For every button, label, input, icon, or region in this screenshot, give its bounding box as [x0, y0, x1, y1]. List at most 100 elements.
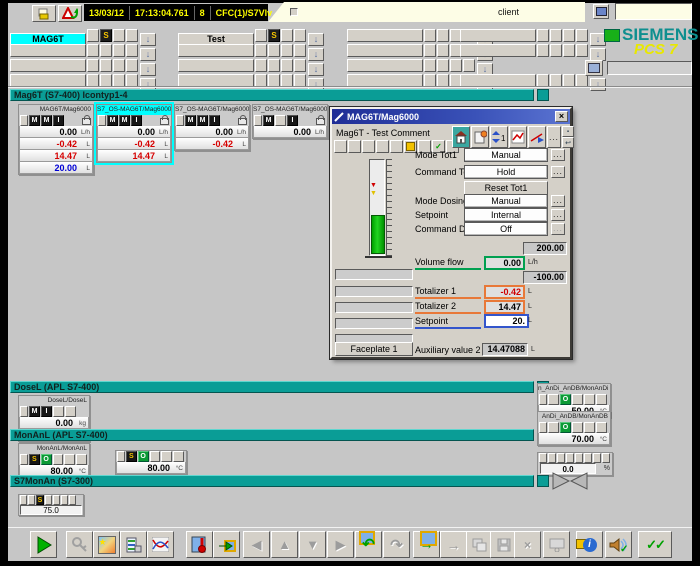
mode-tot1-value-button[interactable]: Manual [464, 148, 548, 162]
sim-badge[interactable]: S [29, 454, 40, 465]
grip-cell[interactable] [117, 451, 125, 462]
tile-mag6t-4[interactable]: S7_OS-MAG6T/Mag6000 MI 0.00L/h [252, 104, 328, 139]
monitor-small-button[interactable] [585, 60, 603, 76]
setpoint-input[interactable] [484, 314, 529, 328]
server-state-button[interactable] [593, 4, 609, 19]
tile-cell[interactable] [557, 453, 565, 463]
faceplate1-button[interactable]: Faceplate 1 [335, 342, 413, 356]
overview-cell[interactable] [126, 44, 138, 57]
home-view-button[interactable] [452, 126, 470, 148]
tile-cell[interactable] [572, 394, 583, 405]
tile-cell[interactable] [76, 454, 87, 465]
group-down-arrow[interactable]: ↓ [590, 78, 606, 91]
tile-monanl-1[interactable]: MonAnL/MonAnL SO 80.00°C [18, 443, 90, 478]
mode-m-button[interactable]: M [29, 115, 40, 126]
runtime-start-button[interactable] [30, 531, 57, 558]
reset-tot1-button[interactable]: Reset Tot1 [464, 181, 548, 195]
overview-cell[interactable] [87, 29, 99, 42]
grip-cell[interactable] [254, 115, 262, 126]
overview-cell[interactable] [437, 44, 449, 57]
tile-mag6t-3[interactable]: S7_OS-MAG6T/Mag6000 MMI 0.00L/h -0.42L [174, 104, 250, 151]
alarm-ack-button[interactable] [58, 5, 82, 22]
pin-button[interactable]: ▪ [562, 126, 574, 137]
tile-cell[interactable] [584, 394, 595, 405]
tile-cell[interactable] [53, 495, 60, 505]
close-button[interactable]: × [555, 111, 568, 122]
grip-cell[interactable] [539, 422, 547, 433]
mode-m-button[interactable]: M [29, 406, 40, 417]
window-titlebar[interactable]: MAG6T/Mag6000 × [332, 109, 570, 124]
overview-cell[interactable] [424, 59, 436, 72]
overview-cell[interactable] [113, 44, 125, 57]
overview-cell[interactable] [424, 44, 436, 57]
group-down-arrow[interactable]: ↓ [590, 48, 606, 61]
more-views-button[interactable]: ... [547, 126, 561, 148]
tile-andi-2[interactable]: AnDi_AnDB/MonAnDB O 70.00°C [537, 411, 611, 446]
overview-cell[interactable] [255, 59, 267, 72]
mode-i-button[interactable]: I [287, 115, 298, 126]
command-tot1-more-button[interactable]: ... [551, 166, 565, 178]
mode-i-button[interactable]: I [53, 115, 64, 126]
login-key-button[interactable] [66, 531, 93, 558]
overview-button[interactable] [460, 44, 536, 57]
overview-cell[interactable] [294, 44, 306, 57]
navigate-left-button[interactable]: ◀ [243, 531, 270, 558]
overview-button[interactable] [347, 29, 423, 42]
overview-cell[interactable] [563, 44, 575, 57]
tile-cell[interactable] [602, 453, 610, 463]
grip-cell[interactable] [20, 115, 28, 126]
overview-cell[interactable] [87, 59, 99, 72]
process-picture-button[interactable] [186, 531, 213, 558]
tile-cell[interactable] [20, 495, 27, 505]
tile-mag6t-1[interactable]: MAG6T/Mag6000 MMI 0.00L/h -0.42L 14.47L … [18, 104, 94, 175]
overview-cell[interactable] [550, 44, 562, 57]
ramp-view-button[interactable] [528, 126, 546, 148]
overview-cell[interactable] [537, 29, 549, 42]
tile-cell[interactable] [566, 453, 574, 463]
trend-view-button[interactable] [509, 126, 527, 148]
delete-button[interactable]: × [514, 531, 541, 558]
mode-m-button[interactable]: M [41, 115, 52, 126]
grip-cell[interactable] [20, 454, 28, 465]
picture-next-button[interactable]: → [440, 531, 467, 558]
overview-button[interactable] [178, 44, 254, 57]
tile-cell[interactable] [539, 453, 547, 463]
command-dosing-more-button[interactable]: ... [551, 223, 565, 235]
overview-cell[interactable] [424, 29, 436, 42]
grip-cell[interactable] [98, 115, 106, 126]
client-tab[interactable]: client [268, 2, 585, 22]
overview-cell[interactable] [450, 59, 462, 72]
tile-cell[interactable] [45, 495, 52, 505]
overview-cell[interactable] [550, 29, 562, 42]
tile-cell[interactable] [275, 115, 286, 126]
ok-badge[interactable]: O [560, 422, 571, 433]
overview-cell[interactable] [255, 29, 267, 42]
mode-i-button[interactable]: I [41, 406, 52, 417]
picture-redo-button[interactable]: ↷ [383, 531, 410, 558]
mode-m-button[interactable]: M [263, 115, 274, 126]
overview-cell[interactable] [294, 29, 306, 42]
print-button[interactable] [32, 5, 56, 22]
tile-cell[interactable] [596, 394, 607, 405]
grip-cell[interactable] [176, 115, 184, 126]
sim-badge[interactable]: S [36, 495, 44, 505]
monitor-view-button[interactable] [543, 531, 570, 558]
acknowledge-button[interactable]: ✓✓ [638, 531, 672, 558]
tile-cell[interactable] [575, 453, 583, 463]
info-button[interactable]: i [576, 531, 603, 558]
overview-cell[interactable] [463, 59, 475, 72]
mode-dosing-more-button[interactable]: ... [551, 195, 565, 207]
overview-cell[interactable] [563, 29, 575, 42]
report-button[interactable] [120, 531, 147, 558]
horn-acknowledge-button[interactable]: ✓ [605, 531, 632, 558]
overview-button[interactable] [10, 44, 86, 57]
overview-cell[interactable] [281, 44, 293, 57]
loop-detach-button[interactable]: ↩ [562, 137, 574, 148]
sim-badge[interactable]: S [126, 451, 137, 462]
mode-m-button[interactable]: M [107, 115, 118, 126]
picture-back-button[interactable]: ↶ [355, 531, 382, 558]
navigate-up-button[interactable]: ▲ [271, 531, 298, 558]
save-button[interactable] [490, 531, 517, 558]
overview-cell[interactable] [537, 44, 549, 57]
overview-cell[interactable] [437, 59, 449, 72]
